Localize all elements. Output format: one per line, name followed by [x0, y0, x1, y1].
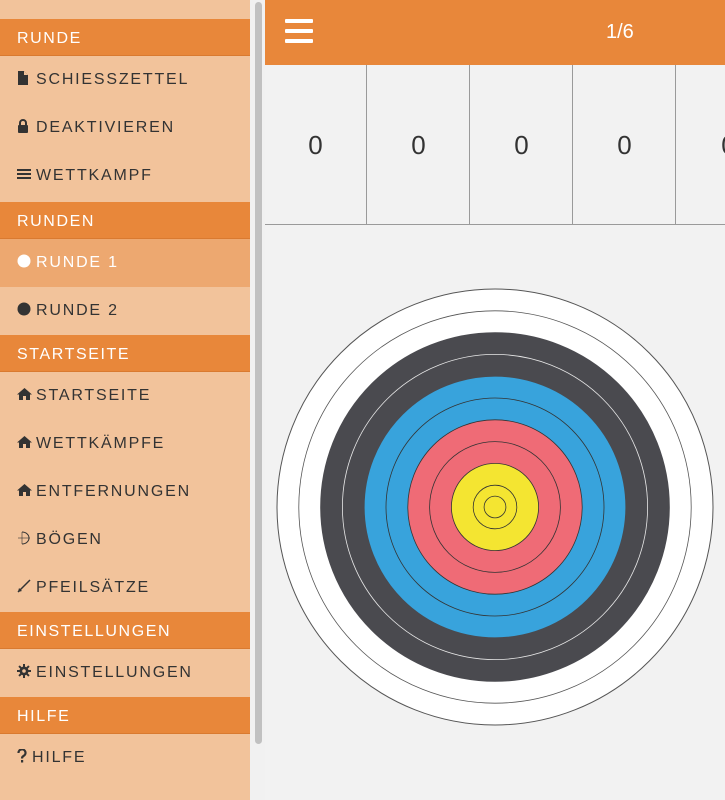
score-row: 0 0 0 0 0: [265, 65, 725, 225]
section-header-runde: RUNDE: [0, 19, 250, 56]
menu-item-wettkampf[interactable]: WETTKAMPF: [0, 152, 250, 200]
section-header-runden: RUNDEN: [0, 202, 250, 239]
sidebar-top-spacer: [0, 0, 250, 19]
menu-item-label: WETTKAMPF: [36, 167, 153, 184]
hamburger-menu-icon[interactable]: [285, 19, 313, 45]
home-icon: [17, 387, 32, 401]
bow-icon: [17, 531, 31, 545]
menu-item-boegen[interactable]: BÖGEN: [0, 516, 250, 564]
score-cell[interactable]: 0: [471, 65, 573, 224]
menu-item-wettkaempfe[interactable]: WETTKÄMPFE: [0, 420, 250, 468]
menu-item-entfernungen[interactable]: ENTFERNUNGEN: [0, 468, 250, 516]
menu-item-label: STARTSEITE: [36, 387, 152, 404]
menu-item-label: ENTFERNUNGEN: [36, 483, 191, 500]
menu-item-label: PFEILSÄTZE: [36, 579, 151, 596]
score-cell[interactable]: 0: [678, 65, 725, 224]
menu-item-einstellungen[interactable]: EINSTELLUNGEN: [0, 649, 250, 697]
target-ring[interactable]: [483, 495, 507, 519]
menu-item-schiesszettel[interactable]: SCHIESSZETTEL: [0, 56, 250, 104]
menu-item-runde-1[interactable]: RUNDE 1: [0, 239, 250, 287]
circle-filled-white-icon: [17, 254, 31, 268]
menu-item-label: WETTKÄMPFE: [36, 435, 166, 452]
top-bar: 1/6: [265, 0, 725, 65]
archery-target[interactable]: [265, 225, 725, 800]
menu-item-label: SCHIESSZETTEL: [36, 71, 190, 88]
home-icon: [17, 483, 32, 497]
score-cell[interactable]: 0: [265, 65, 367, 224]
menu-item-pfeilsaetze[interactable]: PFEILSÄTZE: [0, 564, 250, 612]
menu-item-startseite[interactable]: STARTSEITE: [0, 372, 250, 420]
menu-item-label: EINSTELLUNGEN: [36, 664, 193, 681]
circle-filled-icon: [17, 302, 31, 316]
menu-item-label: RUNDE 1: [36, 254, 119, 271]
target-area[interactable]: [265, 225, 725, 800]
sidebar-scrollbar-thumb[interactable]: [255, 2, 262, 744]
lock-icon: [17, 118, 31, 133]
file-icon: [17, 70, 31, 85]
section-header-hilfe: HILFE: [0, 697, 250, 734]
question-icon: [17, 748, 27, 763]
round-counter: 1/6: [606, 21, 634, 43]
home-icon: [17, 435, 32, 449]
section-header-startseite: STARTSEITE: [0, 335, 250, 372]
menu-item-label: DEAKTIVIEREN: [36, 119, 175, 136]
gear-icon: [17, 663, 31, 678]
arrow-icon: [17, 579, 31, 593]
menu-item-label: HILFE: [32, 749, 87, 766]
sidebar: RUNDE SCHIESSZETTEL DEAKTIVIEREN WETTKAM…: [0, 0, 250, 800]
section-header-einstellungen: EINSTELLUNGEN: [0, 612, 250, 649]
score-cell[interactable]: 0: [368, 65, 470, 224]
score-cell[interactable]: 0: [574, 65, 676, 224]
menu-item-hilfe[interactable]: HILFE: [0, 734, 250, 782]
bars-icon: [17, 167, 31, 181]
menu-item-label: RUNDE 2: [36, 302, 119, 319]
menu-item-runde-2[interactable]: RUNDE 2: [0, 287, 250, 335]
menu-item-label: BÖGEN: [36, 531, 103, 548]
menu-item-deaktivieren[interactable]: DEAKTIVIEREN: [0, 104, 250, 152]
